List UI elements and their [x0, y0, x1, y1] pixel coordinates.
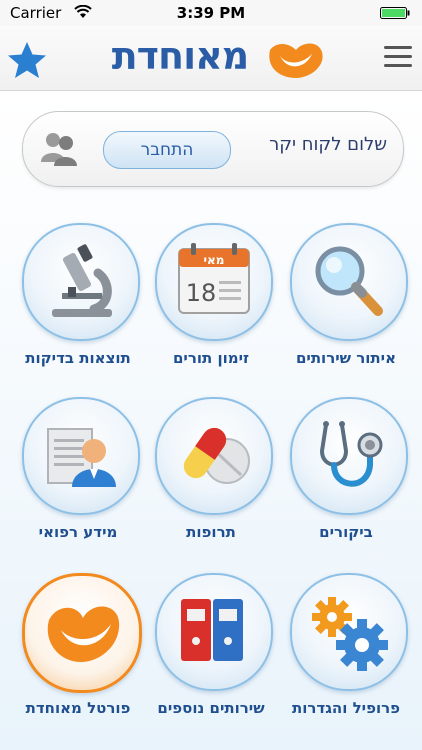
logo-text: מאוחדת	[111, 34, 250, 78]
tile-test-results[interactable]: תוצאות בדיקות	[12, 223, 144, 378]
favorites-star-icon[interactable]	[6, 40, 48, 80]
tile-visits[interactable]: ביקורים	[280, 397, 412, 552]
status-bar: Carrier 3:39 PM	[0, 0, 422, 26]
calendar-icon: מאי 18	[178, 243, 250, 314]
more-services-label: שירותים נוספים	[157, 699, 265, 717]
hamburger-menu-icon[interactable]	[384, 46, 412, 70]
medical-record-icon	[47, 428, 116, 487]
tile-service-locator[interactable]: איתור שירותים	[280, 223, 412, 378]
tile-appointments[interactable]: מאי 18 זימון תורים	[145, 223, 277, 378]
gears-icon	[312, 597, 388, 671]
tile-profile-settings[interactable]: פרופיל והגדרות	[280, 573, 412, 728]
medications-circle	[155, 397, 273, 515]
microscope-icon	[52, 244, 112, 317]
magnifier-icon	[315, 246, 383, 316]
test-results-label: תוצאות בדיקות	[25, 349, 131, 367]
brand-logo: מאוחדת	[96, 34, 328, 82]
tile-medical-info[interactable]: מידע רפואי	[12, 397, 144, 552]
service-locator-label: איתור שירותים	[295, 349, 397, 367]
stethoscope-icon	[319, 421, 383, 487]
appointments-label: זימון תורים	[172, 349, 250, 367]
appointments-circle: מאי 18	[155, 223, 273, 341]
calendar-day-text: 18	[186, 279, 217, 307]
maccabi-portal-label: פורטל מאוחדת	[25, 699, 131, 717]
medical-info-label: מידע רפואי	[38, 523, 118, 541]
service-locator-circle	[290, 223, 408, 341]
status-time: 3:39 PM	[176, 4, 246, 22]
calendar-month-text: מאי	[204, 253, 225, 267]
visits-circle	[290, 397, 408, 515]
nav-bar: מאוחדת	[0, 26, 422, 91]
profile-settings-label: פרופיל והגדרות	[291, 699, 401, 717]
pills-icon	[183, 427, 250, 484]
tile-maccabi-portal[interactable]: פורטל מאוחדת	[12, 573, 144, 728]
binders-icon	[181, 599, 243, 661]
more-services-circle	[155, 573, 273, 691]
connect-button[interactable]: התחבר	[103, 131, 231, 169]
users-icon	[41, 133, 77, 166]
brand-logo-icon	[47, 606, 120, 662]
tile-more-services[interactable]: שירותים נוספים	[145, 573, 277, 728]
test-results-circle	[22, 223, 140, 341]
maccabi-portal-circle	[22, 573, 142, 693]
main-content: התחבר שלום לקוח יקר איתור שירותים מאי 18	[0, 91, 422, 750]
greeting-card: התחבר שלום לקוח יקר	[22, 111, 404, 187]
logo-mark-icon	[269, 43, 323, 78]
medical-info-circle	[22, 397, 140, 515]
visits-label: ביקורים	[319, 523, 373, 541]
profile-settings-circle	[290, 573, 408, 691]
greeting-text: שלום לקוח יקר	[269, 134, 387, 155]
medications-label: תרופות	[186, 523, 236, 541]
tile-medications[interactable]: תרופות	[145, 397, 277, 552]
battery-icon	[380, 7, 410, 19]
